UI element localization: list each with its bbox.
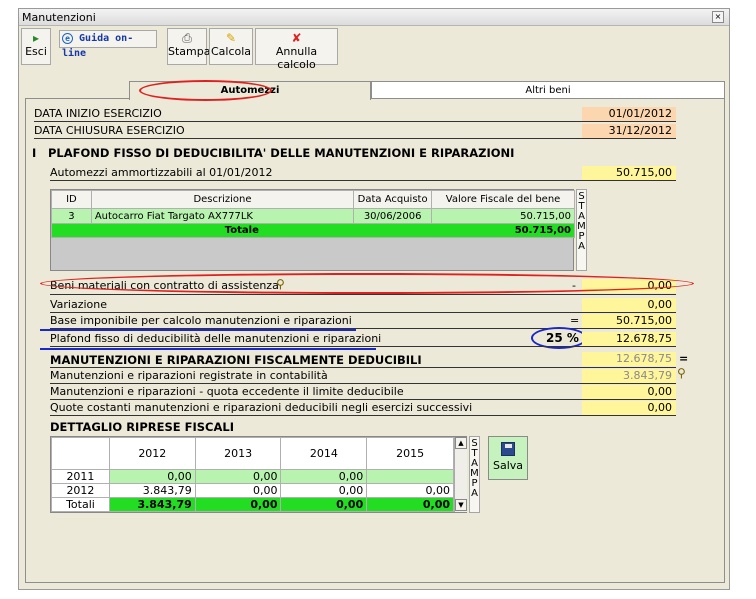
- magnifier-icon[interactable]: ⚲: [677, 366, 686, 380]
- year-header: 2015: [366, 437, 454, 470]
- data-inizio-label: DATA INIZIO ESERCIZIO: [34, 107, 162, 120]
- section-plafond-title: PLAFOND FISSO DI DEDUCIBILITA' DELLE MAN…: [48, 146, 515, 160]
- base-annotation-underline: [40, 329, 356, 331]
- section-numeral: I: [32, 146, 37, 160]
- divider: [50, 399, 676, 400]
- deducibili-value: 12.678,75: [582, 352, 676, 366]
- floppy-disk-icon: [501, 442, 515, 456]
- data-chiusura-value[interactable]: 31/12/2012: [582, 124, 676, 138]
- divider: [50, 415, 676, 416]
- divider: [50, 367, 676, 368]
- table-row[interactable]: 2011 0,00 0,00 0,00: [51, 469, 454, 484]
- eccedente-label: Manutenzioni e riparazioni - quota ecced…: [50, 385, 404, 398]
- header-data-acquisto[interactable]: Data Acquisto: [353, 190, 433, 209]
- header-id[interactable]: ID: [51, 190, 92, 209]
- year-header: 2014: [280, 437, 368, 470]
- corner-cell: [51, 437, 110, 470]
- quote-costanti-label: Quote costanti manutenzioni e riparazion…: [50, 401, 473, 414]
- deducibili-op: =: [679, 352, 689, 365]
- divider: [50, 312, 676, 313]
- base-imponibile-label: Base imponibile per calcolo manutenzioni…: [50, 314, 352, 327]
- table-row[interactable]: 2012 3.843,79 0,00 0,00 0,00: [51, 483, 454, 498]
- eccedente-value[interactable]: 0,00: [582, 385, 676, 399]
- esci-button[interactable]: ▸ Esci: [21, 28, 51, 65]
- title-bar: Manutenzioni ×: [19, 9, 729, 26]
- data-chiusura-label: DATA CHIUSURA ESERCIZIO: [34, 124, 185, 137]
- scroll-up-icon[interactable]: ▲: [455, 437, 467, 449]
- divider: [34, 138, 676, 139]
- variazione-value[interactable]: 0,00: [582, 298, 676, 312]
- header-descrizione[interactable]: Descrizione: [90, 190, 355, 209]
- divider: [50, 180, 676, 181]
- divider: [34, 121, 676, 122]
- divider: [50, 294, 676, 295]
- printer-icon: ⎙: [182, 31, 192, 45]
- assets-table: ID Descrizione Data Acquisto Valore Fisc…: [50, 190, 575, 238]
- plafond-annotation-underline: [40, 348, 376, 350]
- assets-table-area: ID Descrizione Data Acquisto Valore Fisc…: [50, 189, 575, 271]
- automezzi-ammortizzabili-value[interactable]: 50.715,00: [582, 166, 676, 180]
- annulla-calcolo-button[interactable]: ✘ Annulla calcolo: [255, 28, 338, 71]
- riprese-scrollbar[interactable]: ▲ ▼: [454, 437, 467, 512]
- table-row[interactable]: 3 Autocarro Fiat Targato AX777LK 30/06/2…: [51, 208, 575, 224]
- window-title: Manutenzioni: [22, 11, 96, 24]
- divider: [50, 346, 676, 347]
- plafond-value[interactable]: 12.678,75: [582, 332, 676, 346]
- exit-arrow-icon: ▸: [32, 31, 40, 45]
- stampa-button[interactable]: ⎙ Stampa: [167, 28, 210, 65]
- variazione-label: Variazione: [50, 298, 108, 311]
- pencil-icon: ✎: [225, 31, 237, 45]
- registrate-label: Manutenzioni e riparazioni registrate in…: [50, 369, 328, 382]
- header-valore-fiscale[interactable]: Valore Fiscale del bene: [431, 190, 575, 209]
- beni-annotation-ring: [40, 273, 694, 294]
- year-header: 2012: [108, 437, 196, 470]
- salva-button[interactable]: Salva: [488, 436, 528, 480]
- year-header: 2013: [194, 437, 282, 470]
- calcola-button[interactable]: ✎ Calcola: [209, 28, 253, 65]
- riprese-title: DETTAGLIO RIPRESE FISCALI: [50, 420, 234, 434]
- automezzi-ammortizzabili-label: Automezzi ammortizzabili al 01/01/2012: [50, 166, 273, 179]
- riprese-table-area: 2012 2013 2014 2015 2011 0,00 0,00 0,00 …: [50, 436, 467, 513]
- stampa-vertical-button-2[interactable]: S T A M P A: [469, 436, 480, 513]
- base-op: =: [570, 314, 580, 327]
- scroll-down-icon[interactable]: ▼: [455, 499, 467, 511]
- automezzi-panel: DATA INIZIO ESERCIZIO 01/01/2012 DATA CH…: [25, 98, 725, 583]
- totals-row: Totali 3.843,79 0,00 0,00 0,00: [51, 497, 454, 512]
- manutenzioni-window: Manutenzioni × ▸ Esci e Guida on-line ⎙ …: [18, 8, 730, 590]
- section-deducibili-title: MANUTENZIONI E RIPARAZIONI FISCALMENTE D…: [50, 353, 422, 367]
- close-icon[interactable]: ×: [712, 11, 724, 23]
- plafond-label: Plafond fisso di deducibilità delle manu…: [50, 332, 382, 345]
- divider: [50, 383, 676, 384]
- riprese-table: 2012 2013 2014 2015 2011 0,00 0,00 0,00 …: [51, 437, 454, 512]
- total-row: Totale 50.715,00: [50, 223, 575, 238]
- quote-costanti-value[interactable]: 0,00: [582, 401, 676, 415]
- guida-online-button[interactable]: e Guida on-line: [59, 30, 157, 59]
- internet-explorer-icon: e: [62, 33, 73, 44]
- cancel-x-icon: ✘: [291, 31, 302, 45]
- data-inizio-value[interactable]: 01/01/2012: [582, 107, 676, 121]
- base-imponibile-value[interactable]: 50.715,00: [582, 314, 676, 328]
- stampa-vertical-button-1[interactable]: S T A M P A: [576, 189, 587, 271]
- automezzi-annotation-ring: [139, 80, 272, 101]
- registrate-value: 3.843,79: [582, 369, 676, 383]
